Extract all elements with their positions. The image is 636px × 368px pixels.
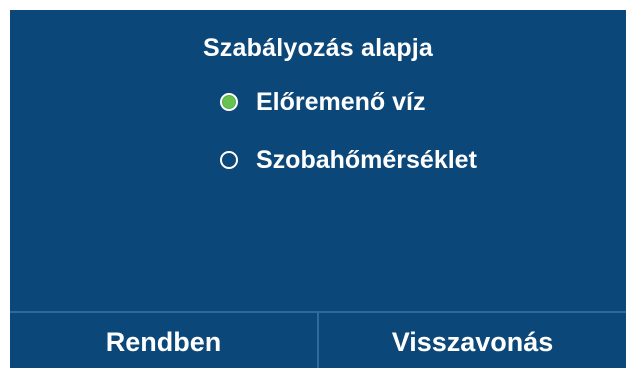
- option-label: Szobahőmérséklet: [256, 146, 477, 174]
- dialog-title: Szabályozás alapja: [202, 34, 434, 62]
- option-label: Előremenő víz: [256, 88, 426, 116]
- ok-button[interactable]: Rendben: [10, 313, 317, 368]
- settings-dialog: Szabályozás alapja Előremenő víz Szobahő…: [10, 10, 626, 368]
- option-room-temperature[interactable]: Szobahőmérséklet: [220, 146, 477, 174]
- radio-selected-icon[interactable]: [220, 93, 238, 111]
- cancel-button[interactable]: Visszavonás: [319, 313, 626, 368]
- dialog-footer: Rendben Visszavonás: [10, 311, 626, 368]
- option-flow-water[interactable]: Előremenő víz: [220, 88, 426, 116]
- radio-unselected-icon[interactable]: [220, 151, 238, 169]
